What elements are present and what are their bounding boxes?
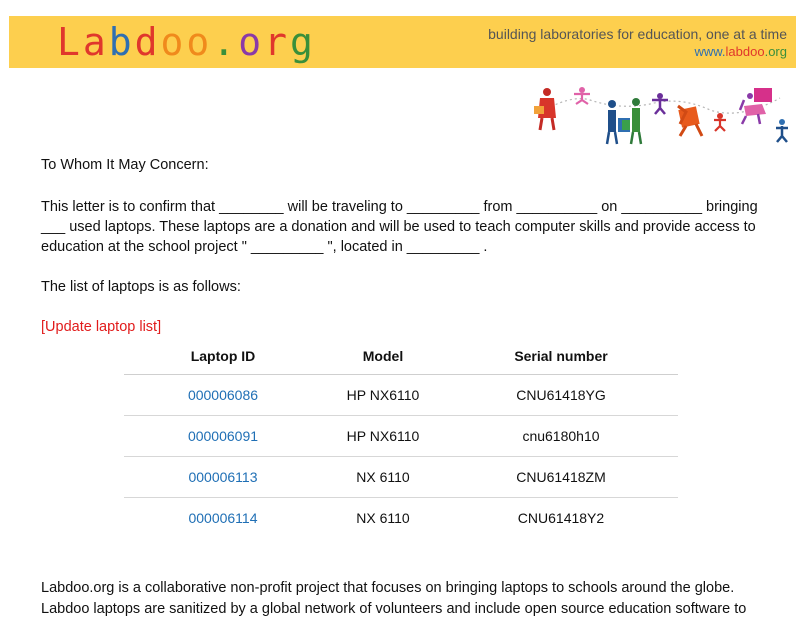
laptop-serial: CNU61418ZM — [444, 456, 678, 498]
figure-red-icon — [534, 88, 556, 131]
logo-letter: b — [108, 20, 135, 64]
site-url-name: labdoo — [725, 44, 765, 59]
letter-confirmation-paragraph: This letter is to confirm that ________ … — [41, 199, 758, 255]
figure-orange-icon — [677, 104, 704, 137]
laptop-serial: cnu6180h10 — [444, 415, 678, 457]
logo-letter: d — [134, 20, 161, 64]
laptop-serial: CNU61418YG — [444, 374, 678, 416]
header-laptop-id: Laptop ID — [124, 338, 322, 375]
table-row: 000006113 NX 6110 CNU61418ZM — [124, 456, 678, 498]
site-url-tld: .org — [764, 44, 787, 59]
laptop-model: HP NX6110 — [322, 415, 444, 457]
tagline-text: building laboratories for education, one… — [488, 26, 787, 42]
header-model: Model — [322, 338, 444, 375]
laptop-id-link[interactable]: 000006113 — [188, 469, 257, 485]
logo-letter: g — [289, 20, 316, 64]
laptop-model: HP NX6110 — [322, 374, 444, 416]
laptop-list-intro: The list of laptops is as follows: — [41, 279, 241, 295]
logo-letter: La — [57, 20, 109, 64]
header-serial-number: Serial number — [444, 338, 678, 375]
figures-with-box-icon — [605, 98, 643, 145]
laptop-model: NX 6110 — [322, 456, 444, 498]
logo-letter: o — [238, 20, 265, 64]
footer-description: Labdoo.org is a collaborative non-profit… — [41, 580, 747, 617]
figure-magenta-icon — [738, 88, 772, 125]
logo-letter: . — [212, 20, 239, 64]
table-row: 000006091 HP NX6110 cnu6180h10 — [124, 415, 678, 457]
laptop-id-link[interactable]: 000006086 — [188, 387, 258, 403]
table-row: 000006086 HP NX6110 CNU61418YG — [124, 374, 678, 416]
laptop-id-link[interactable]: 000006114 — [188, 510, 257, 526]
update-laptop-list-link[interactable]: [Update laptop list] — [41, 319, 161, 335]
site-url[interactable]: www.labdoo.org — [488, 43, 787, 61]
figure-blue-icon — [776, 119, 788, 143]
figure-pink-icon — [574, 87, 590, 105]
children-laptops-illustration — [534, 87, 788, 145]
laptop-id-link[interactable]: 000006091 — [188, 428, 258, 444]
labdoo-logo[interactable]: Labdoo.org — [57, 19, 316, 65]
logo-letter: r — [264, 20, 290, 64]
laptop-table: Laptop ID Model Serial number 000006086 … — [124, 338, 678, 538]
header-tagline: building laboratories for education, one… — [488, 25, 787, 61]
letter-greeting: To Whom It May Concern: — [41, 157, 209, 173]
laptop-serial: CNU61418Y2 — [517, 510, 605, 526]
site-url-www: www. — [694, 44, 726, 59]
header-banner: Labdoo.org building laboratories for edu… — [9, 16, 796, 68]
letter-body: To Whom It May Concern: This letter is t… — [41, 155, 771, 337]
logo-letter: oo — [160, 20, 213, 64]
table-header-row: Laptop ID Model Serial number — [124, 338, 678, 375]
laptop-model: NX 6110 — [356, 510, 410, 526]
figure-small-red-icon — [714, 113, 726, 132]
table-row: 000006114 NX 6110 CNU61418Y2 — [124, 498, 678, 539]
